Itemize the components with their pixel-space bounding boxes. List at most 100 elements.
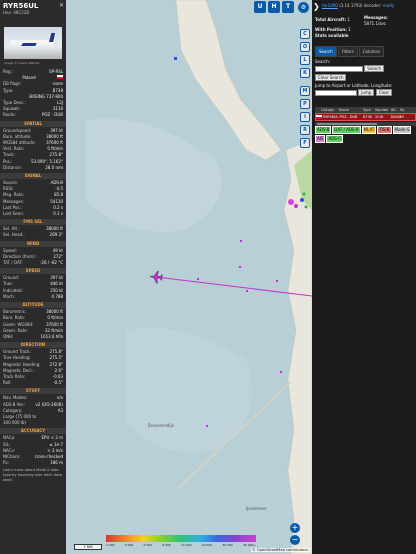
tab-columns[interactable]: Columns <box>358 46 385 57</box>
info-row: Last Seen: 0.1 s <box>0 211 66 217</box>
table-header: Callsign Route Type Squawk Alt. Sp <box>315 107 416 113</box>
side-button-c[interactable]: C <box>300 29 310 39</box>
marker-small-8 <box>197 278 199 280</box>
settings-icon[interactable]: ⚙ <box>298 2 309 13</box>
col-squawk[interactable]: Squawk <box>375 107 391 113</box>
info-key: Sel. Head.: <box>3 232 25 238</box>
with-position-label: With Position: <box>315 27 347 32</box>
search-button[interactable]: Search <box>364 65 385 72</box>
altitude-legend-label: 10 000 <box>181 543 192 547</box>
cell-route: POZ - DUB <box>339 115 358 119</box>
info-key: Roll: <box>3 380 12 386</box>
decoder-status: ready <box>382 3 395 8</box>
info-key: Mach: <box>3 293 15 299</box>
source-filter-chip[interactable]: UAT / ADS-R <box>332 126 361 134</box>
source-filter-chip[interactable]: Mode-S <box>392 126 412 134</box>
side-button-m[interactable]: M <box>300 86 310 96</box>
cell-callsign-text: RYR56UL <box>323 115 339 119</box>
zoom-out-button[interactable]: − <box>290 535 300 545</box>
zoom-in-button[interactable]: + <box>290 523 300 533</box>
source-filter-chip[interactable]: MLAT <box>361 126 377 134</box>
source-filter-chip[interactable]: ADS-C <box>326 135 344 143</box>
altitude-legend-labels: 2 000 4 000 6 000 8 000 10 000 20 000 30 000 40… <box>106 543 256 547</box>
section-header: ALTITUDE <box>0 302 66 309</box>
section-header: WIND <box>0 240 66 247</box>
table-row[interactable]: RYR56UL POZ - DUB B738 3116 38000 39 <box>315 113 416 121</box>
info-key: Rc: <box>3 460 10 466</box>
col-callsign[interactable]: Callsign <box>315 107 339 113</box>
col-speed[interactable]: Sp <box>400 107 416 113</box>
detail-value: POZ - DUB <box>41 112 63 118</box>
map-button-t[interactable]: T <box>282 1 294 13</box>
panel-tabs: Search Filters Columns <box>315 46 385 57</box>
cell-squawk: 3116 <box>374 115 384 119</box>
altitude-legend-label: 6 000 <box>143 543 153 547</box>
info-key: Last Seen: <box>3 211 24 217</box>
detail-key: Route: <box>3 112 16 118</box>
altitude-legend-label: 2 000 <box>106 543 115 547</box>
source-filter-chip[interactable]: ADS-B <box>315 126 332 134</box>
aircraft-photo[interactable] <box>4 27 62 59</box>
side-button-f[interactable]: F <box>300 138 310 148</box>
tab-filters[interactable]: Filters <box>337 46 358 57</box>
jump-button[interactable]: Jump <box>358 89 375 96</box>
side-button-o[interactable]: O <box>300 42 310 52</box>
jump-input[interactable] <box>315 89 357 96</box>
map-button-u[interactable]: U <box>254 1 266 13</box>
marker-small-6 <box>206 425 208 427</box>
clear-search-button[interactable]: Clear Search <box>315 74 347 81</box>
col-alt[interactable]: Alt. <box>391 107 400 113</box>
side-button-p[interactable]: P <box>300 99 310 109</box>
shallows <box>86 118 222 232</box>
info-value: -26 / -62 °C <box>39 260 63 266</box>
clear-jump-button[interactable]: Clear <box>375 89 393 96</box>
cell-type: B738 <box>362 115 372 119</box>
col-type[interactable]: Type <box>363 107 375 113</box>
tab-search[interactable]: Search <box>315 46 337 57</box>
place-label: Breezanddijk <box>148 423 174 428</box>
altitude-legend-label: 20 000 <box>201 543 213 547</box>
detail-key: Type: <box>3 87 14 93</box>
detail-key: Reg.: <box>3 69 14 74</box>
version-link[interactable]: tar1090 <box>322 3 338 8</box>
map-button-h[interactable]: H <box>268 1 280 13</box>
map-view[interactable]: Breezanddijk IJsselmeer U H T ⚙ C O L K … <box>66 0 312 554</box>
close-icon[interactable]: ✕ <box>59 2 64 9</box>
source-filter-chip[interactable]: AIS <box>315 135 326 143</box>
source-filter-chip[interactable]: TIS-B <box>377 126 392 134</box>
info-row: Mach: 0.788 <box>0 294 66 300</box>
side-button-r[interactable]: R <box>300 125 310 135</box>
info-key: TAT / OAT: <box>3 260 23 266</box>
marker-small-2 <box>239 266 241 268</box>
island-north <box>175 0 282 161</box>
side-button-k[interactable]: K <box>300 68 310 78</box>
scrollbar-thumb[interactable] <box>317 123 377 125</box>
side-button-i[interactable]: I <box>300 112 310 122</box>
stats-link[interactable]: Stats available <box>315 33 349 38</box>
photo-credit: Image © Laszlo Rabota <box>4 61 40 65</box>
learn-more-text: Learn more about Mode S data type by hov… <box>3 468 62 483</box>
altitude-legend-label: 4 000 <box>124 543 134 547</box>
cell-speed: 39 <box>399 115 404 119</box>
total-aircraft: Total Aircraft: 1 <box>315 17 350 22</box>
search-input[interactable] <box>315 65 363 72</box>
section-header: ACCURACY <box>0 428 66 435</box>
aircraft-table: Callsign Route Type Squawk Alt. Sp RYR56… <box>315 107 416 126</box>
info-row: QNH: 1013.6 hPa <box>0 334 66 340</box>
section-header: SPATIAL <box>0 120 66 127</box>
col-route[interactable]: Route <box>339 107 363 113</box>
search-label: Search: <box>315 59 331 64</box>
side-button-l[interactable]: L <box>300 55 310 65</box>
info-value: 0.788 <box>51 293 63 299</box>
with-position-value: 1 <box>348 27 351 32</box>
marker-green-2 <box>304 205 308 209</box>
info-row: TAT / OAT: -26 / -62 °C <box>0 260 66 266</box>
detail-value: Poland <box>22 75 36 81</box>
info-key: QNH: <box>3 333 14 339</box>
stats-text[interactable]: Stats available <box>315 33 349 38</box>
total-aircraft-label: Total Aircraft: <box>315 17 347 22</box>
info-value: 28.0 nmi <box>45 164 63 170</box>
cell-callsign: RYR56UL <box>316 114 339 120</box>
messages-stat: Messages: <box>364 15 388 20</box>
collapse-arrow-icon[interactable]: ❯ <box>313 2 320 11</box>
